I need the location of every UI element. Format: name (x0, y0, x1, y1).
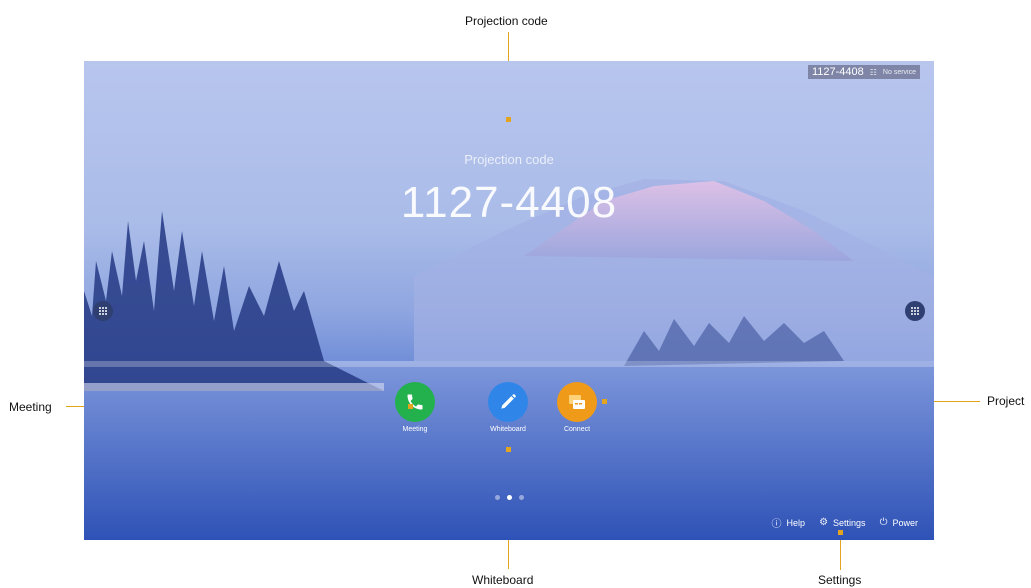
annotation-whiteboard: Whiteboard (472, 573, 534, 587)
home-screen: 1127-4408 ☷ No service Projection code 1… (84, 61, 934, 540)
connect-icon (557, 382, 597, 422)
grid-icon (99, 307, 107, 315)
status-projection-code: 1127-4408 (811, 66, 864, 78)
left-apps-button[interactable] (93, 301, 113, 321)
annotation-meeting: Meeting (9, 400, 52, 414)
pen-icon (488, 382, 528, 422)
settings-label: Settings (833, 517, 866, 528)
connect-label: Connect (563, 426, 591, 433)
projection-code-label: Projection code (464, 152, 554, 167)
connect-app[interactable]: Connect (547, 382, 607, 433)
wifi-icon: ☷ (869, 67, 877, 77)
page-indicator (84, 495, 934, 500)
annotation-marker (506, 117, 511, 122)
phone-icon (395, 382, 435, 422)
power-icon: ⏻ (879, 517, 888, 528)
annotation-settings: Settings (818, 573, 862, 587)
power-label: Power (892, 517, 918, 528)
meeting-label: Meeting (402, 426, 428, 433)
page-dot[interactable] (494, 495, 500, 500)
help-icon: ⓘ (771, 519, 782, 530)
page-dot-active[interactable] (506, 495, 512, 500)
meeting-app[interactable]: Meeting (385, 382, 445, 433)
whiteboard-label: Whiteboard (490, 426, 526, 433)
projection-code-value: 1127-4408 (400, 178, 618, 227)
power-button[interactable]: ⏻ Power (880, 517, 918, 528)
grid-icon (911, 307, 919, 315)
whiteboard-app[interactable]: Whiteboard (478, 382, 538, 433)
annotation-project: Project (987, 394, 1025, 408)
right-apps-button[interactable] (905, 301, 925, 321)
annotation-marker (602, 399, 607, 404)
settings-button[interactable]: ⚙ Settings (819, 517, 866, 528)
annotation-marker (408, 404, 413, 409)
wallpaper (84, 179, 934, 540)
network-status: No service (882, 68, 916, 76)
annotation-projection-code: Projection code (465, 14, 548, 28)
gear-icon: ⚙ (819, 517, 829, 528)
annotation-marker (838, 530, 843, 535)
help-label: Help (786, 517, 806, 528)
status-bar: 1127-4408 ☷ No service (807, 65, 920, 79)
help-button[interactable]: ⓘ Help (771, 515, 806, 531)
page-dot[interactable] (518, 495, 524, 500)
bottom-bar: ⓘ Help ⚙ Settings ⏻ Power (772, 515, 918, 530)
annotation-marker (506, 447, 511, 452)
